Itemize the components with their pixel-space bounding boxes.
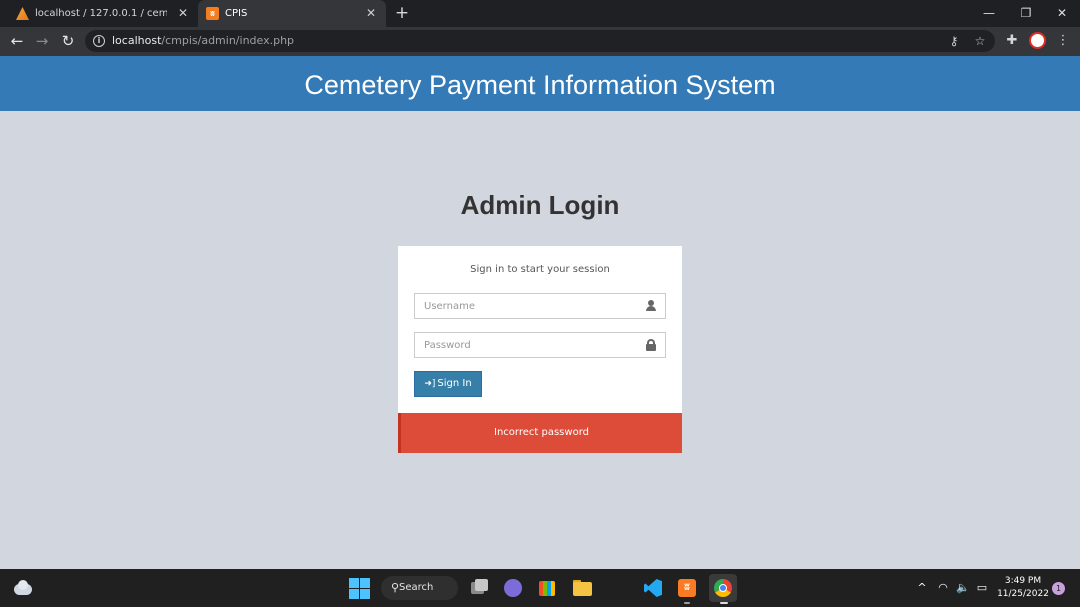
tab-title: CPIS	[225, 8, 248, 19]
login-box-message: Sign in to start your session	[470, 264, 610, 275]
sign-in-label: Sign In	[437, 378, 472, 389]
taskbar-search-button[interactable]: ⚲ Search	[381, 576, 458, 600]
error-alert: Incorrect password	[398, 413, 682, 453]
username-input[interactable]	[415, 294, 635, 319]
restore-icon[interactable]: ❐	[1016, 3, 1036, 23]
close-window-icon[interactable]: ✕	[1052, 3, 1072, 23]
close-tab-icon[interactable]: ✕	[176, 6, 190, 20]
password-field	[414, 332, 666, 358]
clock-time: 3:49 PM	[1004, 576, 1042, 586]
taskbar-search-label: Search	[399, 582, 434, 593]
close-tab-icon[interactable]: ✕	[364, 6, 378, 20]
vscode-icon[interactable]	[640, 576, 664, 600]
show-hidden-icons-chevron-icon[interactable]: ^	[914, 580, 930, 596]
tab-cpis[interactable]: ʬ CPIS ✕	[198, 0, 386, 27]
user-icon	[645, 300, 657, 312]
volume-icon[interactable]: 🔈	[955, 580, 971, 596]
new-tab-plus-icon[interactable]: +	[392, 3, 412, 23]
username-field	[414, 293, 666, 319]
task-view-icon[interactable]	[467, 576, 491, 600]
xampp-icon[interactable]: ʬ	[675, 576, 699, 600]
login-box: Sign in to start your session ➜]Sign In	[398, 246, 682, 413]
clock-date: 11/25/2022	[997, 589, 1049, 599]
address-bar[interactable]: i localhost/cmpis/admin/index.php ⚷ ☆	[85, 30, 995, 52]
system-title: Cemetery Payment Information System	[304, 70, 776, 100]
url-text[interactable]: localhost/cmpis/admin/index.php	[112, 34, 294, 47]
xampp-favicon-icon: ʬ	[206, 7, 219, 20]
sign-in-button[interactable]: ➜] Sign In	[414, 371, 482, 397]
tab-title: localhost / 127.0.0.1 / cemetery /	[35, 8, 167, 19]
bookmark-star-icon[interactable]: ☆	[971, 32, 989, 50]
running-indicator	[720, 602, 728, 604]
phpmyadmin-favicon-icon	[16, 7, 29, 20]
file-explorer-icon[interactable]	[570, 576, 594, 600]
windows-start-icon[interactable]	[347, 576, 371, 600]
menu-kebab-icon[interactable]: ⋮	[1053, 31, 1073, 51]
reload-icon[interactable]: ↻	[58, 31, 78, 51]
weather-icon[interactable]	[14, 580, 32, 596]
wifi-icon[interactable]: ◠	[935, 580, 951, 596]
profile-avatar[interactable]	[1029, 32, 1046, 49]
back-arrow-icon[interactable]: ←	[7, 31, 27, 51]
browser-tab-strip: localhost / 127.0.0.1 / cemetery / ✕ ʬ C…	[0, 0, 1080, 27]
key-icon[interactable]: ⚷	[945, 32, 963, 50]
sign-in-icon: ➜]	[424, 379, 436, 389]
url-path: /cmpis/admin/index.php	[161, 34, 295, 47]
site-info-icon[interactable]: i	[93, 35, 105, 47]
minimize-icon[interactable]: —	[979, 3, 999, 23]
tab-phpmyadmin[interactable]: localhost / 127.0.0.1 / cemetery / ✕	[8, 0, 198, 27]
running-indicator	[684, 602, 690, 604]
lock-icon	[645, 339, 657, 351]
taskbar-clock[interactable]: 3:49 PM 11/25/2022	[996, 575, 1050, 601]
windows-taskbar: ⚲ Search ʬ ^ ◠ 🔈 ▭ 3:49 PM 11/25/2022 1	[0, 569, 1080, 607]
login-title: Admin Login	[460, 190, 620, 220]
forward-arrow-icon[interactable]: →	[32, 31, 52, 51]
url-host: localhost	[112, 34, 162, 47]
password-input[interactable]	[415, 333, 635, 358]
microsoft-store-icon[interactable]	[535, 576, 559, 600]
browser-toolbar: ← → ↻ i localhost/cmpis/admin/index.php …	[0, 27, 1080, 56]
search-icon: ⚲	[391, 581, 400, 594]
teams-chat-icon[interactable]	[501, 576, 525, 600]
extensions-puzzle-icon[interactable]: ✚	[1002, 31, 1022, 51]
chrome-taskbar-icon[interactable]	[709, 574, 737, 602]
notification-badge[interactable]: 1	[1052, 582, 1065, 595]
page-header: Cemetery Payment Information System	[0, 56, 1080, 111]
battery-icon[interactable]: ▭	[974, 580, 990, 596]
